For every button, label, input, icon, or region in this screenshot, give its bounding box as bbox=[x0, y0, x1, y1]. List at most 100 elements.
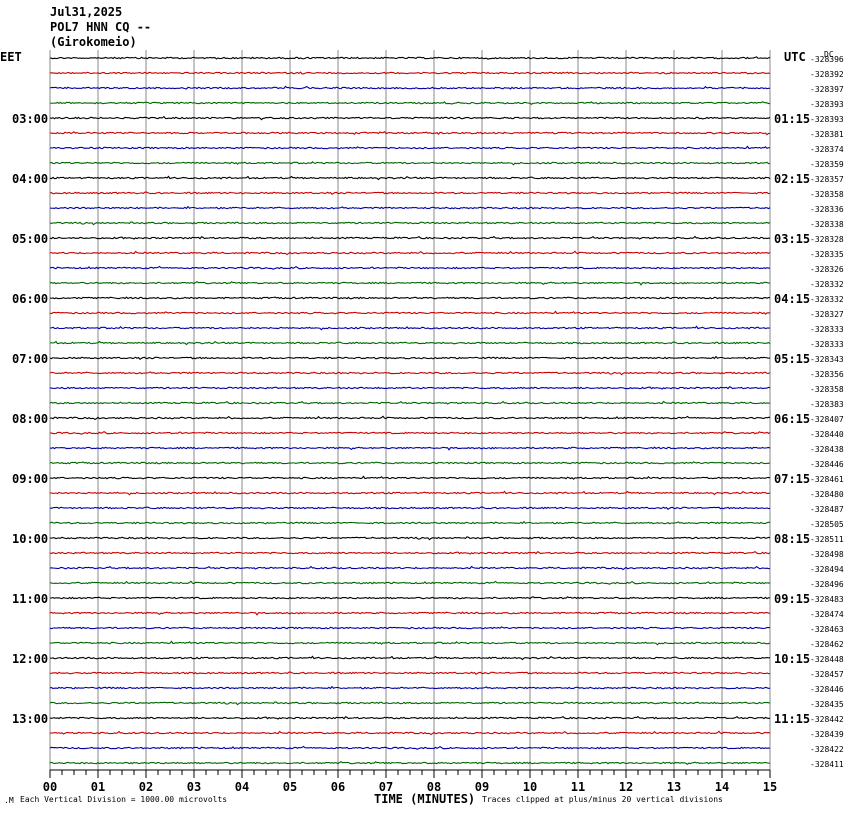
dc-offset-label: -328358 bbox=[810, 190, 844, 199]
dc-offset-label: -328327 bbox=[810, 310, 844, 319]
left-hour-labels: 03:00 04:00 05:00 06:00 07:00 08:00 09:00 10:00… bbox=[12, 112, 48, 726]
dc-offset-label: -328498 bbox=[810, 550, 844, 559]
x-tick-label: 09 bbox=[475, 780, 489, 794]
dc-offset-label: -328374 bbox=[810, 145, 844, 154]
dc-offset-label: -328332 bbox=[810, 295, 844, 304]
dc-offset-label: -328494 bbox=[810, 565, 844, 574]
left-hour-label: 10:00 bbox=[12, 532, 48, 546]
dc-offset-label: -328448 bbox=[810, 655, 844, 664]
x-tick-label: 01 bbox=[91, 780, 105, 794]
dc-offset-label: -328511 bbox=[810, 535, 844, 544]
dc-offset-label: -328474 bbox=[810, 610, 844, 619]
right-hour-label: 07:15 bbox=[774, 472, 810, 486]
left-hour-label: 09:00 bbox=[12, 472, 48, 486]
right-hour-label: 02:15 bbox=[774, 172, 810, 186]
dc-offset-label: -328487 bbox=[810, 505, 844, 514]
trace-line bbox=[49, 446, 771, 451]
dc-offset-label: -328438 bbox=[810, 445, 844, 454]
dc-offset-label: -328392 bbox=[810, 70, 844, 79]
left-hour-label: 07:00 bbox=[12, 352, 48, 366]
dc-offset-label: -328393 bbox=[810, 100, 844, 109]
footer-marker: .M bbox=[4, 796, 14, 805]
right-hour-label: 04:15 bbox=[774, 292, 810, 306]
trace-line bbox=[49, 145, 771, 150]
left-timezone-label: EET bbox=[0, 50, 22, 64]
trace-line bbox=[49, 671, 771, 675]
right-hour-label: 11:15 bbox=[774, 712, 810, 726]
trace-line bbox=[49, 626, 771, 630]
x-tick-label: 00 bbox=[43, 780, 57, 794]
trace-line bbox=[49, 371, 771, 376]
trace-line bbox=[49, 56, 771, 60]
trace-line bbox=[49, 205, 771, 210]
trace-line bbox=[49, 101, 771, 105]
right-hour-label: 05:15 bbox=[774, 352, 810, 366]
trace-line bbox=[49, 85, 771, 90]
x-axis-title: TIME (MINUTES) bbox=[374, 792, 475, 806]
trace-line bbox=[49, 730, 771, 736]
trace-line bbox=[49, 191, 771, 195]
trace-line bbox=[49, 281, 771, 286]
dc-offset-label: -328338 bbox=[810, 220, 844, 229]
trace-line bbox=[49, 221, 771, 226]
right-hour-label: 08:15 bbox=[774, 532, 810, 546]
trace-line bbox=[49, 701, 771, 706]
footer-right-note: Traces clipped at plus/minus 20 vertical… bbox=[482, 795, 723, 804]
trace-line bbox=[49, 115, 771, 121]
dc-offset-label: -328356 bbox=[810, 370, 844, 379]
dc-offset-label: -328411 bbox=[810, 760, 844, 769]
trace-line bbox=[49, 761, 771, 766]
trace-line bbox=[49, 265, 771, 270]
dc-offset-label: -328326 bbox=[810, 265, 844, 274]
trace-line bbox=[49, 520, 771, 525]
x-tick-label: 10 bbox=[523, 780, 537, 794]
dc-offset-label: -328457 bbox=[810, 670, 844, 679]
trace-line bbox=[49, 550, 771, 555]
left-hour-label: 12:00 bbox=[12, 652, 48, 666]
dc-offset-labels: -328396 -328392 -328397 -328393 -328393 -3283… bbox=[810, 55, 844, 769]
dc-offset-label: -328333 bbox=[810, 340, 844, 349]
dc-offset-label: -328335 bbox=[810, 250, 844, 259]
trace-line bbox=[49, 506, 771, 510]
trace-line bbox=[49, 325, 771, 331]
trace-line bbox=[49, 355, 771, 360]
trace-line bbox=[49, 640, 771, 646]
trace-line bbox=[49, 386, 771, 390]
chart-station: POL7 HNN CQ -- bbox=[50, 20, 151, 34]
trace-line bbox=[49, 715, 771, 720]
right-timezone-label: UTC bbox=[784, 50, 806, 64]
trace-line bbox=[49, 475, 771, 480]
trace-line bbox=[49, 580, 771, 585]
x-axis: 00 01 02 03 04 05 06 07 08 09 10 11 12 13 14 15 bbox=[43, 769, 777, 794]
trace-line bbox=[49, 536, 771, 541]
chart-date: Jul31,2025 bbox=[50, 5, 122, 19]
x-tick-label: 04 bbox=[235, 780, 249, 794]
dc-offset-label: -328332 bbox=[810, 280, 844, 289]
dc-offset-label: -328381 bbox=[810, 130, 844, 139]
dc-offset-label: -328483 bbox=[810, 595, 844, 604]
trace-line bbox=[49, 340, 771, 346]
right-hour-label: 06:15 bbox=[774, 412, 810, 426]
trace-line bbox=[49, 611, 771, 616]
right-hour-label: 01:15 bbox=[774, 112, 810, 126]
dc-offset-label: -328480 bbox=[810, 490, 844, 499]
dc-offset-label: -328496 bbox=[810, 580, 844, 589]
dc-offset-label: -328505 bbox=[810, 520, 844, 529]
trace-line bbox=[49, 296, 771, 300]
dc-offset-label: -328328 bbox=[810, 235, 844, 244]
dc-offset-label: -328439 bbox=[810, 730, 844, 739]
left-hour-label: 06:00 bbox=[12, 292, 48, 306]
right-hour-label: 03:15 bbox=[774, 232, 810, 246]
dc-offset-label: -328397 bbox=[810, 85, 844, 94]
trace-line bbox=[49, 745, 771, 750]
trace-line bbox=[49, 250, 771, 256]
trace-line bbox=[49, 461, 771, 465]
trace-line bbox=[49, 400, 771, 405]
seismic-traces bbox=[49, 56, 771, 766]
trace-line bbox=[49, 175, 771, 181]
trace-line bbox=[49, 130, 771, 136]
dc-offset-label: -328446 bbox=[810, 460, 844, 469]
x-tick-label: 13 bbox=[667, 780, 681, 794]
x-tick-label: 14 bbox=[715, 780, 729, 794]
trace-line bbox=[49, 235, 771, 240]
